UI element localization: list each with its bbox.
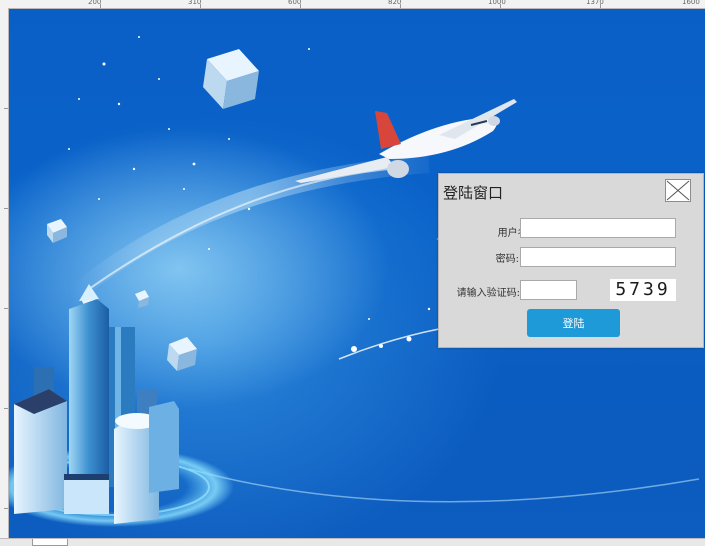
captcha-label: 请输入验证码: [456,288,520,299]
close-button[interactable] [665,179,691,202]
ruler-tick [4,508,8,509]
ruler-tick [200,4,201,8]
floating-cube-small [47,219,67,243]
captcha-input[interactable] [520,280,577,300]
ruler-tick [4,108,8,109]
ruler-tick [100,4,101,8]
light-trail [63,155,430,306]
username-input[interactable] [520,218,676,238]
ruler-tick [4,308,8,309]
ruler-tick [4,208,8,209]
ruler-tick [300,4,301,8]
sparkle [379,344,383,348]
horizontal-ruler: 200 310 600 820 1000 1370 1600 [0,0,705,9]
ruler-mark: 1000 [488,0,506,6]
light-trail-line [88,168,390,290]
dialog-title: 登陆窗口 [443,184,504,202]
login-dialog: 登陆窗口 用户名: 密码: 请输入验证码: 5739 登陆 [438,173,704,348]
sparkle [351,346,357,352]
password-label: 密码: [495,254,519,265]
ruler-tick [500,4,501,8]
ruler-tick [4,408,8,409]
city-buildings [14,284,179,524]
ruler-tick [600,4,601,8]
ruler-tick [400,4,401,8]
ruler-mark: 1370 [586,0,604,6]
close-icon [666,180,690,201]
floating-cube-tiny [135,290,149,308]
login-button[interactable]: 登陆 [527,309,620,337]
ruler-mark: 1600 [682,0,700,6]
ground-curve [188,468,700,503]
captcha-image[interactable]: 5739 [610,279,676,301]
sparkle [406,336,412,342]
sparkle-trail [338,328,440,360]
floating-cube-large [203,49,259,109]
password-input[interactable] [520,247,676,267]
vertical-ruler [0,8,9,538]
floating-cube-medium [167,337,197,371]
